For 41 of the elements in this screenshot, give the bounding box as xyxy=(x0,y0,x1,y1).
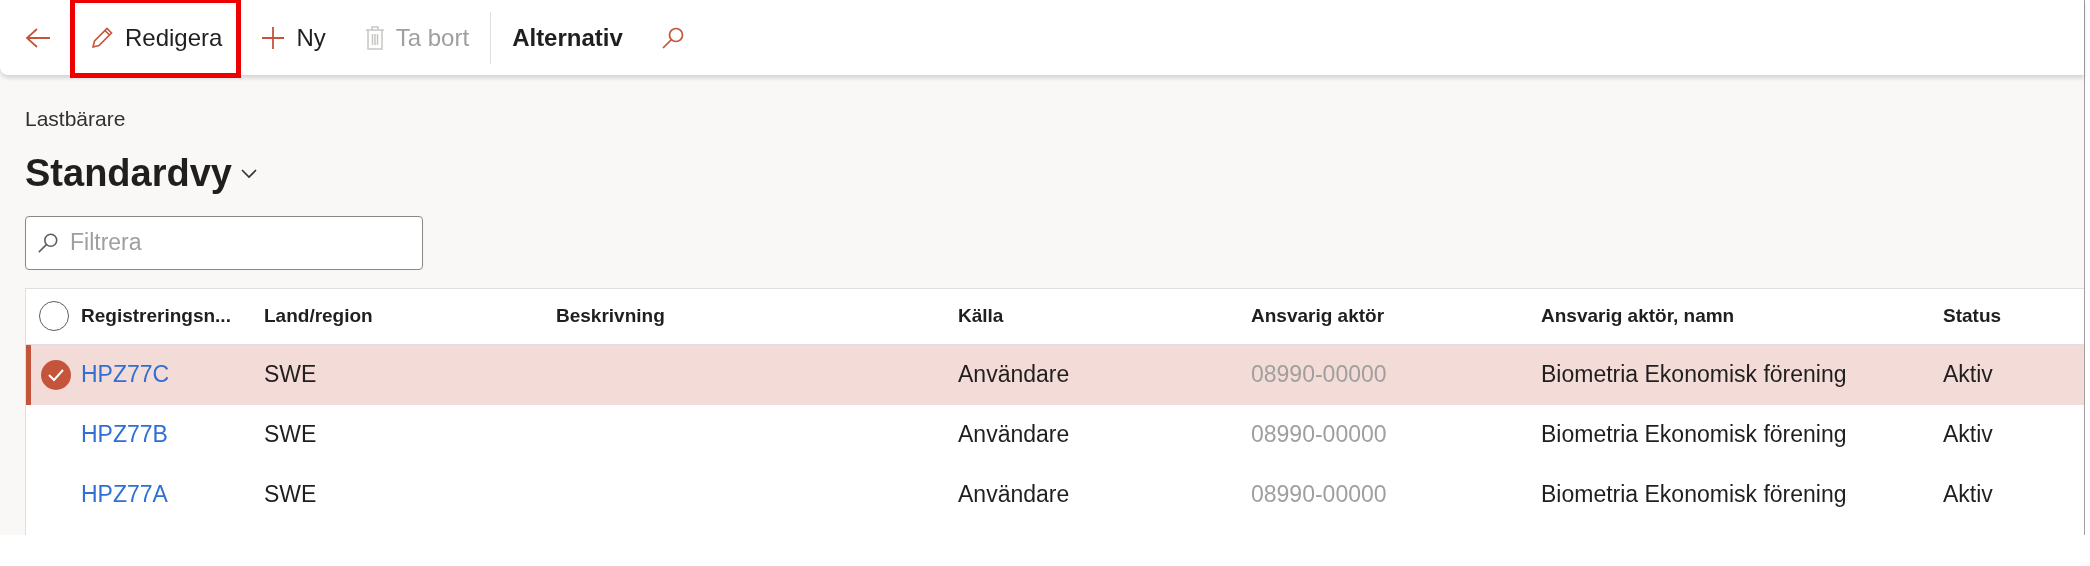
view-selector[interactable]: Standardvy xyxy=(25,144,258,202)
edit-button[interactable]: Redigera xyxy=(70,0,242,78)
column-header[interactable]: Ansvarig aktör, namn xyxy=(1541,304,1735,326)
table-cell: 08990-00000 xyxy=(1251,361,1387,388)
column-header[interactable]: Status xyxy=(1943,304,2002,326)
table-cell: Användare xyxy=(958,361,1070,388)
table-cell: Aktiv xyxy=(1943,361,1993,388)
link-cell[interactable]: HPZ77C xyxy=(81,361,170,388)
column-header[interactable]: Källa xyxy=(958,304,1004,326)
checked-checkbox-icon[interactable] xyxy=(40,358,72,391)
table-cell: 08990-00000 xyxy=(1251,481,1387,508)
table-row[interactable]: HPZ77B SWE Användare 08990-00000 Biometria Ekonomisk förening Aktiv xyxy=(26,404,2084,465)
trash-icon xyxy=(363,24,386,51)
column-header[interactable]: Ansvarig aktör xyxy=(1251,304,1385,326)
filter-field[interactable]: Filtrera xyxy=(25,215,423,270)
table-cell: Användare xyxy=(958,421,1070,448)
back-arrow-icon xyxy=(25,26,51,49)
search-icon xyxy=(37,231,59,254)
search-icon xyxy=(660,25,685,50)
table-cell: 08990-00000 xyxy=(1251,421,1387,448)
table-row[interactable]: HPZ77A SWE Användare 08990-00000 Biometria Ekonomisk förening Aktiv xyxy=(26,464,2084,525)
table-cell: SWE xyxy=(264,481,317,508)
options-menu-button[interactable]: Alternativ xyxy=(493,0,642,78)
table-cell: Biometria Ekonomisk förening xyxy=(1541,481,1847,508)
table-cell: Biometria Ekonomisk förening xyxy=(1541,361,1847,388)
plus-icon xyxy=(260,24,287,51)
chevron-down-icon xyxy=(239,167,258,179)
table-cell: Biometria Ekonomisk förening xyxy=(1541,421,1847,448)
column-header[interactable]: Beskrivning xyxy=(556,304,665,326)
table-cell: Användare xyxy=(958,481,1070,508)
link-cell[interactable]: HPZ77A xyxy=(81,481,168,508)
table-cell: Aktiv xyxy=(1943,421,1993,448)
column-header[interactable]: Land/region xyxy=(264,304,373,326)
table-cell: SWE xyxy=(264,361,317,388)
column-header[interactable]: Registreringsn... xyxy=(81,304,231,326)
link-cell[interactable]: HPZ77B xyxy=(81,421,168,448)
table-cell: Aktiv xyxy=(1943,481,1993,508)
table-row[interactable]: HPZ77C SWE Användare 08990-00000 Biometria Ekonomisk förening Aktiv xyxy=(26,344,2084,405)
new-button[interactable]: Ny xyxy=(241,0,345,78)
table-cell: SWE xyxy=(264,421,317,448)
page-caption: Lastbärare xyxy=(25,106,126,132)
